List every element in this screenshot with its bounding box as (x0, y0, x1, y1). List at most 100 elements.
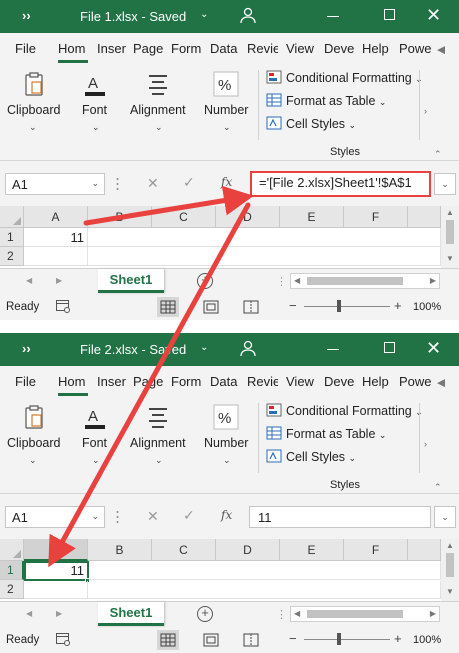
tab-data[interactable]: Data (210, 41, 240, 56)
column-header-d[interactable]: D (216, 206, 280, 228)
tab-file[interactable]: File (15, 374, 36, 389)
tab-page-layout[interactable]: Page (133, 41, 165, 56)
column-header-c[interactable]: C (152, 206, 216, 228)
sheet-tab-sheet1[interactable]: Sheet1 (98, 602, 164, 626)
account-icon[interactable] (239, 339, 257, 357)
conditional-formatting-button[interactable]: Conditional Formatting ⌄ (266, 403, 423, 421)
zoom-slider-knob[interactable] (337, 300, 341, 312)
tab-review[interactable]: Revie (247, 374, 278, 389)
zoom-out-icon[interactable]: − (289, 298, 297, 313)
tab-power[interactable]: Powe (399, 41, 431, 56)
zoom-level[interactable]: 100% (413, 634, 441, 646)
row-header-1[interactable]: 1 (0, 228, 24, 247)
tabs-scroll-icon[interactable]: ◀ (437, 376, 445, 389)
vertical-scrollbar[interactable]: ▲ ▼ (441, 539, 459, 601)
quick-access-overflow-icon[interactable]: ›› (22, 8, 31, 23)
column-header-e[interactable]: E (280, 206, 344, 228)
maximize-button[interactable] (384, 342, 395, 353)
sheet-scroll-left-icon[interactable]: ◀ (26, 276, 32, 285)
clipboard-group[interactable]: Clipboard ⌄ (0, 64, 66, 144)
tab-view[interactable]: View (286, 374, 316, 389)
column-header-a[interactable]: A (24, 206, 88, 228)
column-header-d[interactable]: D (216, 539, 280, 561)
tab-view[interactable]: View (286, 41, 316, 56)
tabs-scroll-icon[interactable]: ◀ (437, 43, 445, 56)
number-group[interactable]: % Number ⌄ (199, 64, 253, 144)
column-header-f[interactable]: F (344, 206, 408, 228)
scroll-right-icon[interactable]: ▶ (430, 276, 436, 285)
column-header-g-partial[interactable] (408, 206, 441, 228)
tab-home[interactable]: Hom (58, 41, 89, 56)
tab-page-layout[interactable]: Page (133, 374, 165, 389)
minimize-button[interactable] (327, 16, 339, 17)
clipboard-group[interactable]: Clipboard ⌄ (0, 397, 66, 477)
zoom-slider-knob[interactable] (337, 633, 341, 645)
column-header-b[interactable]: B (88, 206, 152, 228)
account-icon[interactable] (239, 6, 257, 24)
number-group[interactable]: % Number ⌄ (199, 397, 253, 477)
cell-styles-button[interactable]: Cell Styles ⌄ (266, 449, 356, 467)
format-as-table-button[interactable]: Format as Table ⌄ (266, 426, 386, 444)
conditional-formatting-button[interactable]: Conditional Formatting ⌄ (266, 70, 423, 88)
zoom-slider[interactable] (304, 639, 390, 640)
scroll-left-icon[interactable]: ◀ (294, 276, 300, 285)
tab-data[interactable]: Data (210, 374, 240, 389)
row-header-2[interactable]: 2 (0, 580, 24, 599)
ribbon-scroll-right-icon[interactable]: › (424, 439, 427, 449)
tab-developer[interactable]: Deve (324, 41, 354, 56)
enter-icon[interactable]: ✓ (183, 507, 195, 524)
insert-function-icon[interactable]: fx (221, 508, 232, 522)
horizontal-scrollbar[interactable]: ◀ ▶ (290, 606, 440, 622)
tab-insert[interactable]: Inser (97, 41, 127, 56)
zoom-in-icon[interactable]: + (394, 298, 402, 313)
zoom-level[interactable]: 100% (413, 301, 441, 313)
sheet-tab-sheet1[interactable]: Sheet1 (98, 269, 164, 293)
tab-review[interactable]: Revie (247, 41, 278, 56)
cells-row-2[interactable] (88, 581, 441, 599)
title-dropdown-icon[interactable]: ⌄ (200, 342, 208, 353)
scroll-thumb[interactable] (446, 553, 454, 577)
cells-row-1[interactable] (89, 561, 441, 580)
add-sheet-icon[interactable]: + (197, 606, 213, 622)
tab-help[interactable]: Help (362, 41, 392, 56)
horizontal-scroll-thumb[interactable] (307, 277, 403, 285)
scroll-left-icon[interactable]: ◀ (294, 609, 300, 618)
ribbon-scroll-right-icon[interactable]: › (424, 106, 427, 116)
formula-input[interactable]: ='[File 2.xlsx]Sheet1'!$A$1 (250, 171, 431, 197)
scroll-right-icon[interactable]: ▶ (430, 609, 436, 618)
expand-formula-bar-button[interactable]: ⌄ (434, 173, 456, 195)
column-header-g-partial[interactable] (408, 539, 441, 561)
zoom-out-icon[interactable]: − (289, 631, 297, 646)
tab-home[interactable]: Hom (58, 374, 89, 389)
select-all-button[interactable] (0, 539, 24, 561)
cell-a2[interactable] (24, 247, 88, 266)
sheet-scroll-left-icon[interactable]: ◀ (26, 609, 32, 618)
zoom-slider[interactable] (304, 306, 390, 307)
tab-formulas[interactable]: Form (171, 41, 203, 56)
collapse-ribbon-icon[interactable]: ⌃ (434, 149, 442, 160)
scroll-down-icon[interactable]: ▼ (446, 587, 454, 596)
macro-recording-icon[interactable] (56, 300, 71, 313)
sheet-scroll-right-icon[interactable]: ▶ (56, 276, 62, 285)
collapse-ribbon-icon[interactable]: ⌃ (434, 482, 442, 493)
column-header-b[interactable]: B (88, 539, 152, 561)
format-as-table-button[interactable]: Format as Table ⌄ (266, 93, 386, 111)
column-header-e[interactable]: E (280, 539, 344, 561)
cells-row-2[interactable] (88, 247, 441, 266)
add-sheet-icon[interactable]: + (197, 273, 213, 289)
font-group[interactable]: A Font ⌄ (72, 64, 118, 144)
horizontal-scroll-thumb[interactable] (307, 610, 403, 618)
cell-styles-button[interactable]: Cell Styles ⌄ (266, 116, 356, 134)
sheet-scroll-right-icon[interactable]: ▶ (56, 609, 62, 618)
cell-a1-selected[interactable]: 11 (24, 561, 89, 581)
page-layout-view-icon[interactable] (200, 630, 222, 650)
row-header-2[interactable]: 2 (0, 247, 24, 266)
tab-formulas[interactable]: Form (171, 374, 203, 389)
page-layout-view-icon[interactable] (200, 297, 222, 317)
tab-developer[interactable]: Deve (324, 374, 354, 389)
maximize-button[interactable] (384, 9, 395, 20)
column-header-c[interactable]: C (152, 539, 216, 561)
macro-recording-icon[interactable] (56, 633, 71, 646)
expand-formula-bar-button[interactable]: ⌄ (434, 506, 456, 528)
row-header-1[interactable]: 1 (0, 561, 24, 580)
